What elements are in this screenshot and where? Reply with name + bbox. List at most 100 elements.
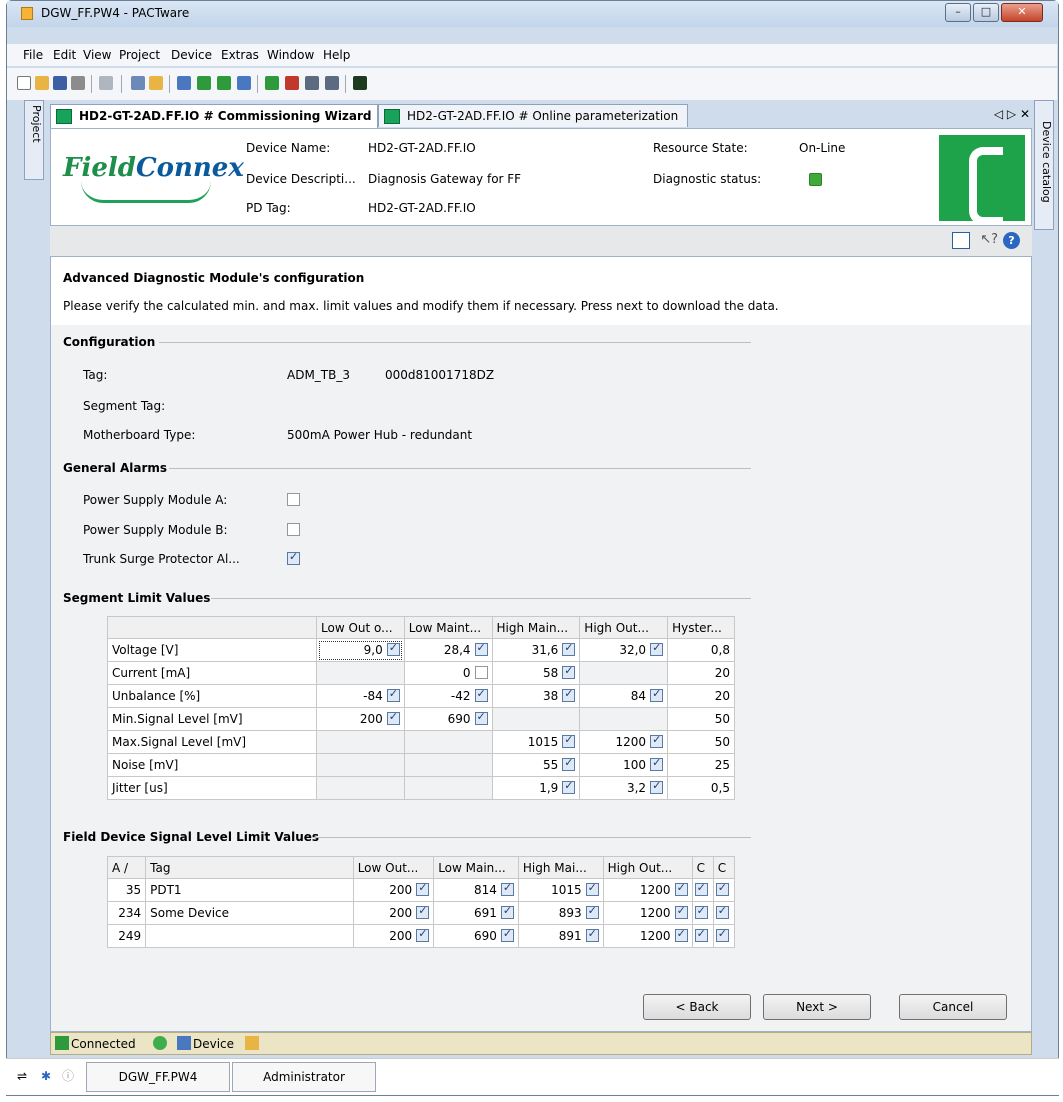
segment-cell[interactable]: 38 bbox=[491, 684, 581, 708]
field-column-header[interactable]: C bbox=[712, 856, 736, 879]
limit-enable-checkbox[interactable] bbox=[562, 641, 576, 656]
online-icon[interactable] bbox=[237, 76, 251, 90]
limit-value[interactable]: 690 bbox=[448, 712, 471, 726]
limit-enable-checkbox[interactable] bbox=[562, 664, 576, 679]
field-cell[interactable]: 893 bbox=[517, 901, 604, 925]
minimize-button[interactable]: – bbox=[945, 3, 971, 22]
option-checkbox[interactable] bbox=[715, 904, 729, 919]
limit-value[interactable]: 200 bbox=[389, 883, 412, 897]
field-cell[interactable]: 690 bbox=[433, 924, 519, 948]
field-option-cell[interactable] bbox=[691, 878, 714, 902]
project-side-tab[interactable]: Project bbox=[24, 100, 44, 180]
field-cell[interactable]: 891 bbox=[517, 924, 604, 948]
limit-value[interactable]: 1015 bbox=[528, 735, 559, 749]
limit-value[interactable]: 3,2 bbox=[627, 781, 646, 795]
limit-value[interactable]: 1015 bbox=[551, 883, 582, 897]
option-checkbox[interactable] bbox=[694, 904, 708, 919]
hysteresis-value[interactable]: 0,5 bbox=[667, 776, 735, 800]
segment-cell[interactable]: 200 bbox=[316, 707, 405, 731]
hysteresis-value[interactable]: 25 bbox=[667, 753, 735, 777]
tab-scroll-right-icon[interactable]: ▷ bbox=[1007, 107, 1016, 121]
limit-value[interactable]: 9,0 bbox=[364, 643, 383, 657]
limit-value[interactable]: 893 bbox=[559, 906, 582, 920]
tab-scroll-left-icon[interactable]: ◁ bbox=[994, 107, 1003, 121]
maximize-button[interactable]: □ bbox=[973, 3, 999, 22]
segment-cell[interactable]: -84 bbox=[316, 684, 405, 708]
hysteresis-value[interactable]: 0,8 bbox=[667, 638, 735, 662]
limit-value[interactable]: 55 bbox=[543, 758, 558, 772]
device-add-icon[interactable] bbox=[265, 76, 279, 90]
option-checkbox[interactable] bbox=[694, 881, 708, 896]
limit-value[interactable]: 84 bbox=[631, 689, 646, 703]
field-cell[interactable]: 814 bbox=[433, 878, 519, 902]
field-option-cell[interactable] bbox=[712, 901, 736, 925]
close-tab-icon[interactable]: ✕ bbox=[1020, 107, 1030, 121]
limit-value[interactable]: 28,4 bbox=[444, 643, 471, 657]
limit-value[interactable]: 691 bbox=[474, 906, 497, 920]
field-option-cell[interactable] bbox=[712, 878, 736, 902]
limit-value[interactable]: 891 bbox=[559, 929, 582, 943]
limit-value[interactable]: 1200 bbox=[640, 883, 671, 897]
limit-enable-checkbox[interactable] bbox=[474, 710, 488, 725]
segment-column-header[interactable]: High Main... bbox=[491, 616, 581, 639]
next-button[interactable]: Next > bbox=[763, 994, 871, 1020]
limit-enable-checkbox[interactable] bbox=[585, 927, 599, 942]
limit-enable-checkbox[interactable] bbox=[674, 927, 688, 942]
limit-enable-checkbox[interactable] bbox=[585, 881, 599, 896]
limit-enable-checkbox[interactable] bbox=[500, 881, 514, 896]
network-icon[interactable]: ⇌ bbox=[10, 1062, 34, 1092]
menu-device[interactable]: Device bbox=[171, 48, 212, 62]
limit-value[interactable]: 200 bbox=[360, 712, 383, 726]
limit-enable-checkbox[interactable] bbox=[500, 927, 514, 942]
menu-view[interactable]: View bbox=[83, 48, 111, 62]
scan-icon[interactable] bbox=[305, 76, 319, 90]
hysteresis-value[interactable]: 50 bbox=[667, 707, 735, 731]
field-cell[interactable]: 200 bbox=[352, 924, 435, 948]
menu-extras[interactable]: Extras bbox=[221, 48, 259, 62]
segment-cell[interactable]: 58 bbox=[491, 661, 581, 685]
limit-value[interactable]: -42 bbox=[451, 689, 471, 703]
limit-value[interactable]: 38 bbox=[543, 689, 558, 703]
field-option-cell[interactable] bbox=[691, 924, 714, 948]
option-checkbox[interactable] bbox=[715, 881, 729, 896]
user-role-task[interactable]: Administrator bbox=[232, 1062, 376, 1092]
limit-enable-checkbox[interactable] bbox=[674, 904, 688, 919]
limit-enable-checkbox[interactable] bbox=[386, 710, 400, 725]
segment-column-header[interactable]: Hyster... bbox=[667, 616, 735, 639]
psu-a-checkbox[interactable] bbox=[287, 493, 300, 506]
limit-enable-checkbox[interactable] bbox=[416, 904, 430, 919]
hysteresis-value[interactable]: 20 bbox=[667, 661, 735, 685]
option-checkbox[interactable] bbox=[715, 927, 729, 942]
download-icon[interactable] bbox=[217, 76, 231, 90]
field-cell[interactable]: 200 bbox=[352, 878, 435, 902]
limit-enable-checkbox[interactable] bbox=[674, 881, 688, 896]
connect-icon[interactable] bbox=[131, 76, 145, 90]
limit-value[interactable]: 58 bbox=[543, 666, 558, 680]
limit-enable-checkbox[interactable] bbox=[562, 756, 576, 771]
monitor-icon[interactable] bbox=[353, 76, 367, 90]
field-column-header[interactable]: High Out... bbox=[602, 856, 693, 879]
limit-value[interactable]: 1200 bbox=[640, 906, 671, 920]
segment-cell[interactable]: -42 bbox=[403, 684, 493, 708]
field-cell[interactable]: 200 bbox=[352, 901, 435, 925]
segment-cell[interactable]: 9,0 bbox=[316, 638, 405, 662]
hysteresis-value[interactable]: 20 bbox=[667, 684, 735, 708]
segment-column-header[interactable] bbox=[107, 616, 317, 639]
limit-enable-checkbox[interactable] bbox=[650, 756, 664, 771]
segment-column-header[interactable]: Low Maint... bbox=[403, 616, 493, 639]
help-icon[interactable]: ? bbox=[1003, 232, 1020, 249]
limit-value[interactable]: 1200 bbox=[616, 735, 647, 749]
limit-value[interactable]: 100 bbox=[623, 758, 646, 772]
field-device-row[interactable]: 234Some Device 200 691 893 1200 bbox=[106, 901, 736, 925]
save-icon[interactable] bbox=[53, 76, 67, 90]
device-catalog-side-tab[interactable]: Device catalog bbox=[1034, 100, 1054, 230]
limit-enable-checkbox[interactable] bbox=[500, 904, 514, 919]
menu-help[interactable]: Help bbox=[323, 48, 350, 62]
limit-value[interactable]: 31,6 bbox=[532, 643, 559, 657]
limit-enable-checkbox[interactable] bbox=[650, 733, 664, 748]
field-option-cell[interactable] bbox=[712, 924, 736, 948]
layout-icon[interactable] bbox=[952, 232, 970, 249]
segment-cell[interactable]: 3,2 bbox=[579, 776, 669, 800]
limit-value[interactable]: 200 bbox=[389, 906, 412, 920]
field-device-row[interactable]: 249 200 690 891 1200 bbox=[106, 924, 736, 948]
